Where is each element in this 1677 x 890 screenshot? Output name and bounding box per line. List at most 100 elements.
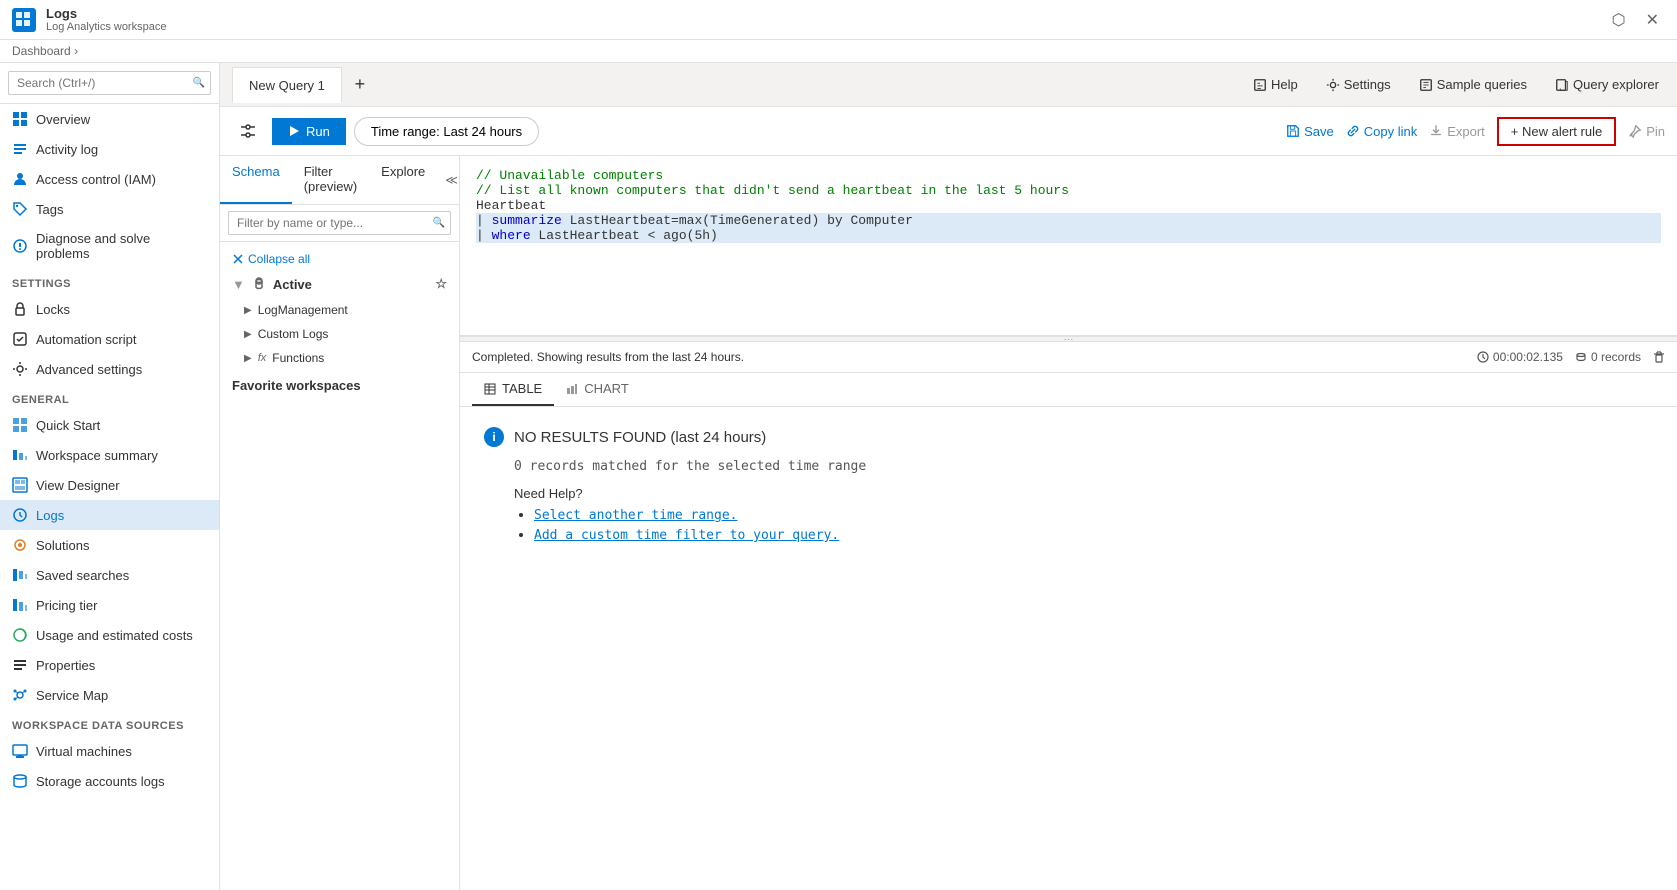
help-link-2-anchor[interactable]: Add a custom time filter to your query. [534, 528, 839, 543]
schema-item-custom-logs[interactable]: ▶ Custom Logs [220, 322, 459, 346]
results-tab-chart[interactable]: CHART [554, 373, 641, 406]
schema-item-logmanagement[interactable]: ▶ LogManagement [220, 298, 459, 322]
help-link-1-anchor[interactable]: Select another time range. [534, 508, 738, 523]
sidebar-label-workspace-summary: Workspace summary [36, 448, 158, 463]
copy-link-action[interactable]: Copy link [1346, 124, 1417, 139]
pin-action[interactable]: Pin [1628, 124, 1665, 139]
sidebar-item-view-designer[interactable]: View Designer [0, 470, 219, 500]
tab-new-query-1[interactable]: New Query 1 [232, 67, 342, 103]
no-results-subtitle: 0 records matched for the selected time … [514, 459, 1653, 474]
save-label: Save [1304, 124, 1334, 139]
diagnose-icon [12, 238, 28, 254]
close-icon[interactable]: ✕ [1640, 8, 1665, 32]
sidebar-item-iam[interactable]: Access control (IAM) [0, 164, 219, 194]
run-button[interactable]: Run [272, 118, 346, 145]
chart-tab-label: CHART [584, 381, 629, 396]
help-section: Need Help? Select another time range. Ad… [514, 486, 1653, 543]
sidebar-label-iam: Access control (IAM) [36, 172, 156, 187]
collapse-all-button[interactable]: Collapse all [220, 248, 459, 270]
sidebar-item-advanced[interactable]: Advanced settings [0, 354, 219, 384]
sidebar-item-activity-log[interactable]: Activity log [0, 134, 219, 164]
records-label: 0 records [1591, 350, 1641, 364]
new-alert-rule-button[interactable]: + New alert rule [1497, 117, 1616, 146]
tab-bar-actions: Help Settings Sample queries Query explo… [1247, 73, 1665, 96]
sidebar-label-properties: Properties [36, 658, 95, 673]
sidebar-item-locks[interactable]: Locks [0, 294, 219, 324]
sidebar-item-storage[interactable]: Storage accounts logs [0, 766, 219, 796]
tab-bar: New Query 1 + Help Settings Sample queri… [220, 63, 1677, 107]
schema-tab-filter[interactable]: Filter (preview) [292, 156, 369, 204]
advanced-icon [12, 361, 28, 377]
schema-panel: Schema Filter (preview) Explore ≪ [220, 156, 460, 890]
sidebar-item-logs[interactable]: Logs [0, 500, 219, 530]
no-results-title-text: NO RESULTS FOUND (last 24 hours) [514, 429, 766, 446]
schema-tab-schema[interactable]: Schema [220, 156, 292, 204]
sidebar-scroll: Overview Activity log Access control (IA… [0, 104, 219, 890]
app-name: Logs [46, 6, 166, 21]
help-link-2[interactable]: Add a custom time filter to your query. [534, 527, 1653, 543]
search-input[interactable] [8, 71, 211, 95]
sidebar-item-usage[interactable]: Usage and estimated costs [0, 620, 219, 650]
app-logo [12, 8, 36, 32]
results-tab-table[interactable]: TABLE [472, 373, 554, 406]
editor-results: // Unavailable computers // List all kno… [460, 156, 1677, 890]
quickstart-icon [12, 417, 28, 433]
properties-icon [12, 657, 28, 673]
title-bar: Logs Log Analytics workspace ⬡ ✕ [0, 0, 1677, 40]
service-map-icon [12, 687, 28, 703]
tags-icon [12, 201, 28, 217]
automation-icon [12, 331, 28, 347]
usage-icon [12, 627, 28, 643]
sidebar-item-saved-searches[interactable]: Saved searches [0, 560, 219, 590]
main-layout: Overview Activity log Access control (IA… [0, 63, 1677, 890]
sidebar-label-storage: Storage accounts logs [36, 774, 165, 789]
code-line-1: // Unavailable computers [476, 168, 1661, 183]
sidebar-item-virtual-machines[interactable]: Virtual machines [0, 736, 219, 766]
breadcrumb-separator: › [74, 44, 78, 58]
table-icon [484, 383, 496, 395]
help-link-1[interactable]: Select another time range. [534, 507, 1653, 523]
settings-action[interactable]: Settings [1320, 73, 1397, 96]
breadcrumb[interactable]: Dashboard › [0, 40, 1677, 63]
sidebar-item-pricing[interactable]: Pricing tier [0, 590, 219, 620]
toolbar-settings-icon[interactable] [232, 115, 264, 147]
sidebar-item-overview[interactable]: Overview [0, 104, 219, 134]
sidebar-item-quickstart[interactable]: Quick Start [0, 410, 219, 440]
code-line-2: // List all known computers that didn't … [476, 183, 1661, 198]
sample-queries-icon [1419, 78, 1433, 92]
add-tab-button[interactable]: + [346, 71, 374, 99]
sidebar-label-automation: Automation script [36, 332, 136, 347]
sidebar-item-tags[interactable]: Tags [0, 194, 219, 224]
save-action[interactable]: Save [1286, 124, 1334, 139]
workspace-summary-icon [12, 447, 28, 463]
sample-queries-label: Sample queries [1437, 77, 1527, 92]
delete-results-icon[interactable] [1653, 351, 1665, 363]
vm-icon [12, 743, 28, 759]
sidebar-item-diagnose[interactable]: Diagnose and solve problems [0, 224, 219, 268]
schema-tab-explore[interactable]: Explore [369, 156, 437, 204]
sidebar-item-workspace-summary[interactable]: Workspace summary [0, 440, 219, 470]
schema-active-section: ▼ Active ☆ [220, 270, 459, 298]
export-icon [1429, 124, 1443, 138]
time-range-button[interactable]: Time range: Last 24 hours [354, 117, 539, 146]
schema-item-functions[interactable]: ▶ fx Functions [220, 346, 459, 370]
minimize-icon[interactable]: ⬡ [1606, 8, 1632, 32]
schema-favorite-icon[interactable]: ☆ [435, 276, 447, 292]
title-bar-controls[interactable]: ⬡ ✕ [1606, 8, 1665, 32]
overview-icon [12, 111, 28, 127]
schema-filter-input[interactable] [228, 211, 451, 235]
code-editor[interactable]: // Unavailable computers // List all kno… [460, 156, 1677, 336]
export-action[interactable]: Export [1429, 124, 1485, 139]
sample-queries-action[interactable]: Sample queries [1413, 73, 1533, 96]
sidebar-item-service-map[interactable]: Service Map [0, 680, 219, 710]
sidebar-item-properties[interactable]: Properties [0, 650, 219, 680]
sidebar-item-solutions[interactable]: Solutions [0, 530, 219, 560]
sidebar-label-locks: Locks [36, 302, 70, 317]
breadcrumb-link[interactable]: Dashboard [12, 44, 71, 58]
help-action[interactable]: Help [1247, 73, 1304, 96]
copy-link-label: Copy link [1364, 124, 1417, 139]
sidebar-item-automation[interactable]: Automation script [0, 324, 219, 354]
code-line-3: Heartbeat [476, 198, 1661, 213]
query-explorer-action[interactable]: Query explorer [1549, 73, 1665, 96]
collapse-panel-button[interactable]: ≪ [437, 156, 460, 204]
